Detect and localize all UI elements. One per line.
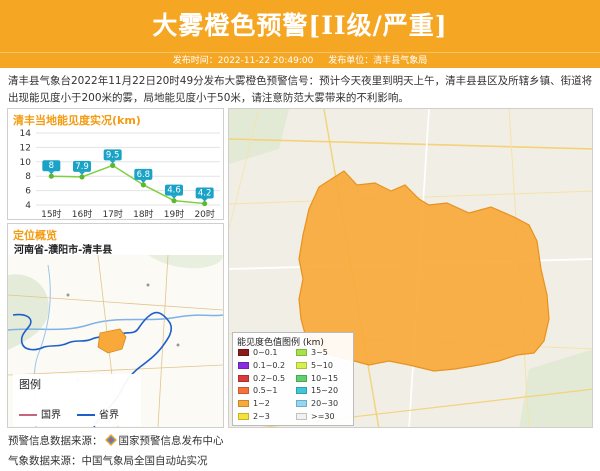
legend-national-border: 国界 bbox=[19, 406, 61, 421]
data-point[interactable] bbox=[48, 173, 54, 179]
data-label-pointer bbox=[171, 195, 177, 199]
legend-label: 10~15 bbox=[311, 373, 339, 383]
legend-label: 15~20 bbox=[311, 386, 339, 396]
legend-item: 5~10 bbox=[296, 361, 333, 371]
y-tick-label: 12 bbox=[20, 143, 31, 153]
y-tick-label: 6 bbox=[25, 187, 31, 197]
x-tick-label: 19时 bbox=[164, 208, 184, 220]
legend-swatch bbox=[296, 374, 307, 382]
legend-item: 0~0.1 bbox=[238, 348, 278, 358]
legend-swatch bbox=[238, 361, 249, 369]
y-tick-label: 8 bbox=[25, 172, 31, 182]
data-label: 4.6 bbox=[167, 186, 181, 196]
x-tick-label: 18时 bbox=[133, 208, 153, 220]
legend-label: 0.1~0.2 bbox=[253, 360, 286, 370]
data-label-pointer bbox=[48, 171, 55, 175]
legend-label: 2~3 bbox=[253, 412, 270, 421]
publish-info-bar: 发布时间：2022-11-22 20:49:00 发布单位：清丰县气象局 bbox=[0, 52, 600, 68]
legend-label: 20~30 bbox=[311, 399, 339, 409]
visibility-color-legend: 能见度色值图例 (km) 0~0.1 3~5 0.1~0.2 5~10 0.2~0.5 1… bbox=[232, 332, 354, 426]
warning-source-name: 国家预警信息发布中心 bbox=[118, 435, 224, 447]
legend-swatch bbox=[238, 349, 249, 356]
legend-swatch bbox=[238, 400, 249, 408]
data-label: 8 bbox=[49, 161, 54, 171]
overview-legend-title: 图例 bbox=[19, 378, 41, 391]
warning-center-logo-icon bbox=[104, 434, 117, 446]
data-label-pointer bbox=[201, 198, 208, 202]
legend-swatch bbox=[296, 387, 307, 395]
footer-source-warning: 预警信息数据来源： 国家预警信息发布中心 bbox=[8, 434, 224, 447]
header-bar: 大雾橙色预警[II级/严重] bbox=[0, 0, 600, 52]
legend-item: 20~30 bbox=[296, 399, 338, 409]
data-point[interactable] bbox=[202, 200, 208, 207]
overview-legend: 图例 国界 省界 bbox=[13, 374, 141, 426]
overview-location: 河南省-濮阳市-清丰县 bbox=[14, 245, 113, 256]
legend-label: 5~10 bbox=[311, 360, 333, 370]
legend-label: 0.5~1 bbox=[253, 386, 278, 396]
legend-swatch bbox=[296, 400, 307, 408]
weather-source-name: 中国气象局全国自动站实况 bbox=[81, 455, 208, 467]
legend-label: >=30 bbox=[311, 412, 335, 421]
legend-swatch bbox=[296, 349, 307, 356]
legend-label: 0.2~0.5 bbox=[253, 373, 286, 383]
x-tick-label: 20时 bbox=[194, 208, 214, 220]
data-point[interactable] bbox=[140, 182, 146, 188]
visibility-chart-panel: 清丰当地能见度实况(km) 4 6 8 10 12 14 8 7.9 9.5 6.8 4.6 4.2… bbox=[7, 108, 224, 220]
data-label-pointer bbox=[79, 171, 85, 175]
publish-time: 发布时间：2022-11-22 20:49:00 bbox=[172, 56, 314, 66]
legend-item: 0.2~0.5 bbox=[238, 374, 285, 384]
data-point[interactable] bbox=[171, 198, 177, 204]
visibility-chart: 4 6 8 10 12 14 8 7.9 9.5 6.8 4.6 4.2 15时 16时 17时 18时 1… bbox=[20, 129, 220, 220]
legend-province-border: 省界 bbox=[77, 406, 119, 421]
data-label: 7.9 bbox=[75, 162, 89, 172]
legend-swatch bbox=[296, 413, 307, 420]
county-highlight-area bbox=[97, 328, 127, 354]
legend-label: 0~0.1 bbox=[253, 348, 278, 357]
legend-label: 1~2 bbox=[253, 399, 270, 409]
legend-item: 3~5 bbox=[296, 348, 328, 358]
publisher: 发布单位：清丰县气象局 bbox=[328, 56, 428, 66]
legend-item: 0.1~0.2 bbox=[238, 361, 285, 371]
national-border-line-icon bbox=[19, 414, 37, 416]
page-title: 大雾橙色预警[II级/严重] bbox=[152, 11, 448, 40]
data-point[interactable] bbox=[110, 162, 116, 168]
footer-source-weather: 气象数据来源：中国气象局全国自动站实况 bbox=[8, 455, 208, 467]
data-label-pointer bbox=[140, 179, 147, 183]
legend-item: 10~15 bbox=[296, 374, 338, 384]
x-tick-label: 16时 bbox=[72, 208, 92, 220]
legend-item: >=30 bbox=[296, 412, 335, 422]
legend-item: 0.5~1 bbox=[238, 386, 278, 396]
legend-item: 15~20 bbox=[296, 386, 338, 396]
data-label: 4.2 bbox=[198, 189, 212, 199]
x-tick-label: 15时 bbox=[41, 208, 61, 220]
province-border-line-icon bbox=[77, 414, 95, 416]
warning-area-map[interactable]: 能见度色值图例 (km) 0~0.1 3~5 0.1~0.2 5~10 0.2~0.5 1… bbox=[228, 108, 593, 428]
legend-swatch bbox=[238, 387, 249, 395]
legend-swatch bbox=[296, 361, 307, 369]
y-tick-label: 14 bbox=[20, 129, 32, 139]
legend-label: 3~5 bbox=[311, 348, 328, 357]
legend-title: 能见度色值图例 (km) bbox=[237, 338, 324, 348]
legend-swatch bbox=[238, 413, 249, 420]
legend-item: 2~3 bbox=[238, 412, 270, 422]
location-overview-panel: 定位概览 河南省-濮阳市-清丰县 图例 国界 省界 bbox=[7, 223, 224, 428]
legend-item: 1~2 bbox=[238, 399, 270, 409]
legend-swatch bbox=[238, 374, 249, 382]
data-label: 6.8 bbox=[137, 170, 151, 180]
data-point[interactable] bbox=[79, 174, 85, 180]
y-tick-label: 4 bbox=[25, 201, 31, 211]
data-label: 9.5 bbox=[106, 150, 120, 160]
y-tick-label: 10 bbox=[20, 158, 32, 168]
warning-description: 清丰县气象台2022年11月22日20时49分发布大雾橙色预警信号：预计今天夜里… bbox=[8, 75, 593, 104]
x-tick-label: 17时 bbox=[102, 208, 122, 220]
